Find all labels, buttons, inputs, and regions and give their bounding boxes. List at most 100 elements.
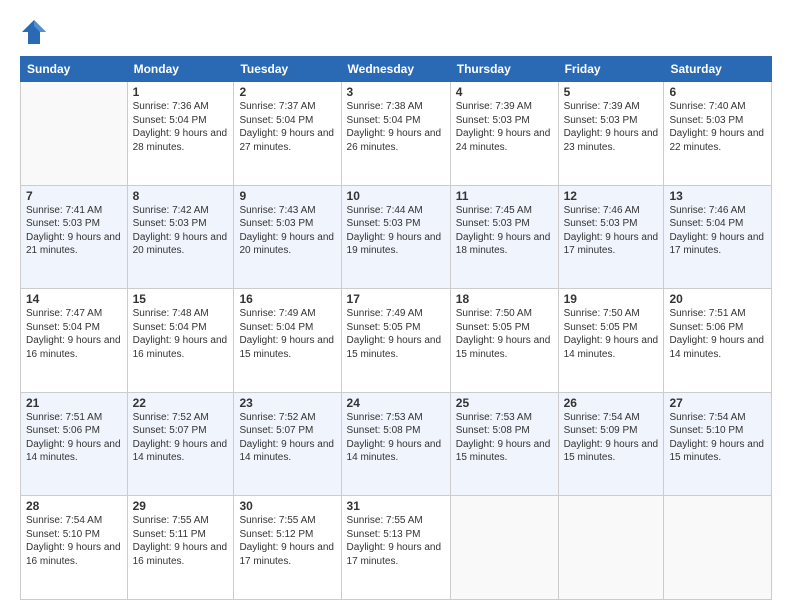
calendar-week-row: 28Sunrise: 7:54 AM Sunset: 5:10 PM Dayli… [21,496,772,600]
calendar-cell: 23Sunrise: 7:52 AM Sunset: 5:07 PM Dayli… [234,392,341,496]
day-info: Sunrise: 7:45 AM Sunset: 5:03 PM Dayligh… [456,204,553,258]
day-info: Sunrise: 7:46 AM Sunset: 5:03 PM Dayligh… [564,204,659,258]
day-number: 26 [564,396,659,410]
day-number: 28 [26,499,122,513]
day-info: Sunrise: 7:38 AM Sunset: 5:04 PM Dayligh… [347,100,445,154]
calendar-cell: 9Sunrise: 7:43 AM Sunset: 5:03 PM Daylig… [234,185,341,289]
page-header [20,18,772,46]
calendar-cell: 30Sunrise: 7:55 AM Sunset: 5:12 PM Dayli… [234,496,341,600]
calendar-cell: 7Sunrise: 7:41 AM Sunset: 5:03 PM Daylig… [21,185,128,289]
day-info: Sunrise: 7:52 AM Sunset: 5:07 PM Dayligh… [133,411,229,465]
day-info: Sunrise: 7:50 AM Sunset: 5:05 PM Dayligh… [456,307,553,361]
calendar-cell: 20Sunrise: 7:51 AM Sunset: 5:06 PM Dayli… [664,289,772,393]
day-number: 31 [347,499,445,513]
calendar-cell: 4Sunrise: 7:39 AM Sunset: 5:03 PM Daylig… [450,82,558,186]
day-info: Sunrise: 7:48 AM Sunset: 5:04 PM Dayligh… [133,307,229,361]
calendar-week-row: 1Sunrise: 7:36 AM Sunset: 5:04 PM Daylig… [21,82,772,186]
calendar-cell: 14Sunrise: 7:47 AM Sunset: 5:04 PM Dayli… [21,289,128,393]
day-info: Sunrise: 7:49 AM Sunset: 5:05 PM Dayligh… [347,307,445,361]
day-number: 25 [456,396,553,410]
day-info: Sunrise: 7:54 AM Sunset: 5:10 PM Dayligh… [669,411,766,465]
day-number: 21 [26,396,122,410]
day-number: 9 [239,189,335,203]
weekday-header-tuesday: Tuesday [234,57,341,82]
day-number: 2 [239,85,335,99]
day-number: 16 [239,292,335,306]
day-number: 11 [456,189,553,203]
day-number: 19 [564,292,659,306]
day-number: 17 [347,292,445,306]
calendar-cell: 22Sunrise: 7:52 AM Sunset: 5:07 PM Dayli… [127,392,234,496]
calendar-cell: 24Sunrise: 7:53 AM Sunset: 5:08 PM Dayli… [341,392,450,496]
logo-icon [20,18,48,46]
day-number: 12 [564,189,659,203]
calendar-cell: 8Sunrise: 7:42 AM Sunset: 5:03 PM Daylig… [127,185,234,289]
weekday-header-sunday: Sunday [21,57,128,82]
day-number: 23 [239,396,335,410]
calendar-cell: 25Sunrise: 7:53 AM Sunset: 5:08 PM Dayli… [450,392,558,496]
day-info: Sunrise: 7:53 AM Sunset: 5:08 PM Dayligh… [347,411,445,465]
day-info: Sunrise: 7:55 AM Sunset: 5:11 PM Dayligh… [133,514,229,568]
day-number: 6 [669,85,766,99]
calendar-cell: 11Sunrise: 7:45 AM Sunset: 5:03 PM Dayli… [450,185,558,289]
logo [20,18,52,46]
calendar-week-row: 21Sunrise: 7:51 AM Sunset: 5:06 PM Dayli… [21,392,772,496]
calendar-cell: 27Sunrise: 7:54 AM Sunset: 5:10 PM Dayli… [664,392,772,496]
day-info: Sunrise: 7:52 AM Sunset: 5:07 PM Dayligh… [239,411,335,465]
day-number: 29 [133,499,229,513]
calendar-week-row: 14Sunrise: 7:47 AM Sunset: 5:04 PM Dayli… [21,289,772,393]
day-number: 1 [133,85,229,99]
day-info: Sunrise: 7:51 AM Sunset: 5:06 PM Dayligh… [26,411,122,465]
weekday-header-row: SundayMondayTuesdayWednesdayThursdayFrid… [21,57,772,82]
day-number: 7 [26,189,122,203]
day-info: Sunrise: 7:36 AM Sunset: 5:04 PM Dayligh… [133,100,229,154]
calendar-cell: 12Sunrise: 7:46 AM Sunset: 5:03 PM Dayli… [558,185,664,289]
day-info: Sunrise: 7:41 AM Sunset: 5:03 PM Dayligh… [26,204,122,258]
day-number: 20 [669,292,766,306]
day-number: 24 [347,396,445,410]
day-info: Sunrise: 7:55 AM Sunset: 5:13 PM Dayligh… [347,514,445,568]
day-info: Sunrise: 7:54 AM Sunset: 5:09 PM Dayligh… [564,411,659,465]
calendar-table: SundayMondayTuesdayWednesdayThursdayFrid… [20,56,772,600]
calendar-cell: 3Sunrise: 7:38 AM Sunset: 5:04 PM Daylig… [341,82,450,186]
calendar-cell: 6Sunrise: 7:40 AM Sunset: 5:03 PM Daylig… [664,82,772,186]
calendar-cell [558,496,664,600]
calendar-cell [664,496,772,600]
calendar-cell [450,496,558,600]
day-info: Sunrise: 7:40 AM Sunset: 5:03 PM Dayligh… [669,100,766,154]
day-info: Sunrise: 7:50 AM Sunset: 5:05 PM Dayligh… [564,307,659,361]
calendar-cell [21,82,128,186]
day-number: 5 [564,85,659,99]
day-number: 3 [347,85,445,99]
day-info: Sunrise: 7:55 AM Sunset: 5:12 PM Dayligh… [239,514,335,568]
day-info: Sunrise: 7:39 AM Sunset: 5:03 PM Dayligh… [564,100,659,154]
day-number: 30 [239,499,335,513]
day-info: Sunrise: 7:53 AM Sunset: 5:08 PM Dayligh… [456,411,553,465]
day-info: Sunrise: 7:37 AM Sunset: 5:04 PM Dayligh… [239,100,335,154]
calendar-cell: 28Sunrise: 7:54 AM Sunset: 5:10 PM Dayli… [21,496,128,600]
calendar-cell: 29Sunrise: 7:55 AM Sunset: 5:11 PM Dayli… [127,496,234,600]
calendar-cell: 18Sunrise: 7:50 AM Sunset: 5:05 PM Dayli… [450,289,558,393]
calendar-week-row: 7Sunrise: 7:41 AM Sunset: 5:03 PM Daylig… [21,185,772,289]
day-number: 10 [347,189,445,203]
weekday-header-thursday: Thursday [450,57,558,82]
day-number: 4 [456,85,553,99]
day-info: Sunrise: 7:44 AM Sunset: 5:03 PM Dayligh… [347,204,445,258]
day-number: 13 [669,189,766,203]
weekday-header-friday: Friday [558,57,664,82]
day-info: Sunrise: 7:42 AM Sunset: 5:03 PM Dayligh… [133,204,229,258]
calendar-cell: 13Sunrise: 7:46 AM Sunset: 5:04 PM Dayli… [664,185,772,289]
day-info: Sunrise: 7:39 AM Sunset: 5:03 PM Dayligh… [456,100,553,154]
weekday-header-saturday: Saturday [664,57,772,82]
calendar-cell: 17Sunrise: 7:49 AM Sunset: 5:05 PM Dayli… [341,289,450,393]
calendar-page: SundayMondayTuesdayWednesdayThursdayFrid… [0,0,792,612]
day-number: 27 [669,396,766,410]
day-info: Sunrise: 7:51 AM Sunset: 5:06 PM Dayligh… [669,307,766,361]
calendar-cell: 1Sunrise: 7:36 AM Sunset: 5:04 PM Daylig… [127,82,234,186]
calendar-cell: 16Sunrise: 7:49 AM Sunset: 5:04 PM Dayli… [234,289,341,393]
day-info: Sunrise: 7:43 AM Sunset: 5:03 PM Dayligh… [239,204,335,258]
weekday-header-wednesday: Wednesday [341,57,450,82]
day-info: Sunrise: 7:46 AM Sunset: 5:04 PM Dayligh… [669,204,766,258]
calendar-cell: 19Sunrise: 7:50 AM Sunset: 5:05 PM Dayli… [558,289,664,393]
day-info: Sunrise: 7:49 AM Sunset: 5:04 PM Dayligh… [239,307,335,361]
